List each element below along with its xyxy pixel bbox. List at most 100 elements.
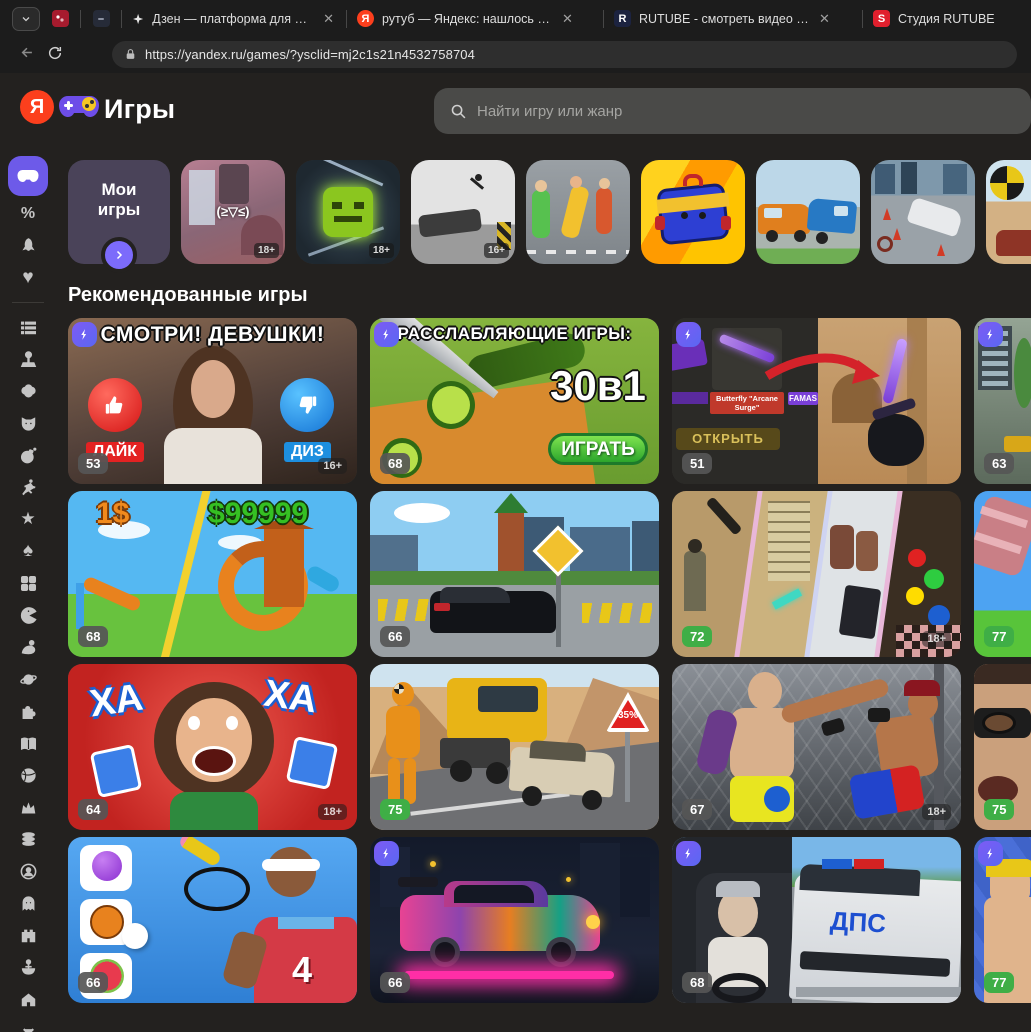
sidebar-item-kids[interactable] — [0, 407, 56, 439]
sidebar-item-casual[interactable]: ★ — [0, 503, 56, 535]
tab-rutube[interactable]: R RUTUBE - смотреть видео онлай ✕ — [604, 4, 862, 34]
sidebar-item-games[interactable] — [0, 154, 56, 198]
sidebar-item-favorites[interactable]: ♥ — [0, 262, 56, 294]
pinned-tab-1[interactable] — [40, 4, 80, 34]
sidebar-item-logic[interactable] — [0, 375, 56, 407]
game-card-waterpark[interactable]: 1$ $99999 68 — [68, 491, 357, 657]
tab-close-button[interactable]: ✕ — [560, 11, 575, 27]
rating-badge: 77 — [984, 626, 1015, 647]
carousel-game-crash-test[interactable] — [986, 160, 1031, 264]
boost-lightning-badge — [978, 322, 1003, 347]
tab-list-chevron-button[interactable] — [12, 6, 40, 31]
tab-dzen[interactable]: Дзен — платформа для просмо ✕ — [122, 4, 346, 34]
sidebar-item-arcade[interactable] — [0, 343, 56, 375]
address-bar[interactable]: https://yandex.ru/games/?ysclid=mj2c1s21… — [112, 41, 1017, 68]
sidebar-item-multiplayer[interactable] — [0, 855, 56, 887]
carousel-game-cars-crash[interactable] — [756, 160, 860, 264]
search-bar[interactable]: Найти игру или жанр — [434, 88, 1031, 134]
game-card-draw-basketball[interactable]: 4 66 — [68, 837, 357, 1003]
rating-badge: 68 — [380, 453, 411, 474]
reload-button[interactable] — [40, 45, 70, 66]
age-badge: 18+ — [922, 631, 951, 647]
tab-title: RUTUBE - смотреть видео онлай — [639, 11, 809, 26]
game-card-crash-test[interactable]: 35% 75 — [370, 664, 659, 830]
rating-badge: 64 — [78, 799, 109, 820]
carousel-game-car-parking[interactable] — [871, 160, 975, 264]
game-card-fps-collage[interactable]: 72 18+ — [672, 491, 961, 657]
my-games-card[interactable]: Мои игры — [68, 160, 170, 273]
yandex-logo[interactable]: Я — [20, 90, 54, 124]
search-placeholder: Найти игру или жанр — [477, 102, 623, 120]
rocket-icon — [21, 237, 35, 251]
sidebar-item-ball-games[interactable] — [0, 759, 56, 791]
tab-rutube-studio[interactable]: S Студия RUTUBE — [863, 4, 1031, 34]
carousel-game-pixel-face[interactable]: 18+ — [296, 160, 400, 264]
game-card-mma-fight[interactable]: 67 18+ — [672, 664, 961, 830]
open-button-label: ОТКРЫТЬ — [676, 428, 780, 450]
sidebar-item-sea[interactable] — [0, 951, 56, 983]
sidebar-item-cards[interactable]: ♠ — [0, 535, 56, 567]
game-card-city-partial[interactable]: 63 — [974, 318, 1031, 484]
thumbnail-title: РАССЛАБЛЯЮЩИЕ ИГРЫ: — [397, 324, 632, 343]
tab-yandex-search[interactable]: Я рутуб — Яндекс: нашлось 2 млн ✕ — [347, 4, 603, 34]
game-card-dps-police[interactable]: ДПС 68 — [672, 837, 961, 1003]
expensive-label: $99999 — [208, 497, 309, 530]
carousel-game-brawl-box[interactable] — [641, 160, 745, 264]
tab-close-button[interactable]: ✕ — [817, 11, 832, 27]
ha-left: ХА — [87, 676, 146, 726]
my-games-arrow-button[interactable] — [101, 237, 137, 273]
tab-close-button[interactable]: ✕ — [321, 11, 336, 27]
cat-icon — [21, 416, 35, 431]
back-button[interactable] — [10, 44, 40, 66]
chevron-down-icon — [22, 1027, 34, 1032]
game-thumbnail: 35% — [370, 664, 659, 830]
sidebar-item-sports[interactable] — [0, 471, 56, 503]
rating-badge: 68 — [682, 972, 713, 993]
game-thumbnail: ХА ХА — [68, 664, 357, 830]
game-card-moscow-drive[interactable]: 66 — [370, 491, 659, 657]
cheap-label: 1$ — [96, 497, 130, 530]
age-badge: 16+ — [484, 243, 509, 258]
carousel-game-anime-city[interactable]: (≥▽≤) 18+ — [181, 160, 285, 264]
sidebar-item-action[interactable] — [0, 439, 56, 471]
carousel-game-stickman-crash[interactable]: 16+ — [411, 160, 515, 264]
sidebar-item-horror[interactable] — [0, 887, 56, 919]
sidebar-item-adventures[interactable] — [0, 631, 56, 663]
blocks-icon — [20, 575, 36, 591]
carousel-game-pedestrians[interactable] — [526, 160, 630, 264]
game-card-neon-car[interactable]: 66 — [370, 837, 659, 1003]
sidebar-item-economy[interactable] — [0, 823, 56, 855]
red-arrow — [764, 353, 880, 384]
sidebar-item-sales[interactable]: % — [0, 198, 56, 230]
castle-icon — [21, 929, 35, 942]
sidebar-item-education[interactable] — [0, 727, 56, 759]
game-card-partial-4[interactable]: 77 — [974, 837, 1031, 1003]
sidebar-item-farm[interactable] — [0, 983, 56, 1015]
game-card-relaxing-games[interactable]: РАССЛАБЛЯЮЩИЕ ИГРЫ: 30в1 ИГРАТЬ 68 — [370, 318, 659, 484]
sidebar-item-puzzles[interactable] — [0, 567, 56, 599]
age-badge: 18+ — [254, 243, 279, 258]
ha-right: ХА — [261, 672, 320, 722]
jersey-number: 4 — [292, 949, 313, 990]
sidebar-scroll-more[interactable] — [0, 1015, 56, 1032]
sidebar-item-puzzle[interactable] — [0, 695, 56, 727]
sidebar-divider — [12, 302, 44, 303]
pinned-tab-2[interactable] — [81, 4, 121, 34]
game-card-partial-2[interactable]: 77 — [974, 491, 1031, 657]
game-thumbnail: 4 — [68, 837, 357, 1003]
sidebar-item-io[interactable] — [0, 599, 56, 631]
sidebar-item-new[interactable] — [0, 230, 56, 262]
sidebar-item-strategy[interactable] — [0, 791, 56, 823]
game-card-haha[interactable]: ХА ХА 64 18+ — [68, 664, 357, 830]
games-gamepad-logo[interactable] — [58, 92, 100, 129]
heart-icon: ♥ — [22, 267, 34, 288]
game-card-partial-3[interactable]: 75 — [974, 664, 1031, 830]
tab-title: Дзен — платформа для просмо — [152, 11, 314, 26]
game-card-case-opening[interactable]: Butterfly "Arcane Surge" FAMAS ОТКРЫТЬ 5… — [672, 318, 961, 484]
puzzle-piece-icon — [22, 705, 36, 719]
sidebar-item-defense[interactable] — [0, 919, 56, 951]
sidebar-item-all-categories[interactable] — [0, 311, 56, 343]
adventure-person-icon — [21, 639, 35, 654]
game-card-likes-girls[interactable]: СМОТРИ! ДЕВУШКИ! ЛАЙК ДИЗ 53 16+ — [68, 318, 357, 484]
sidebar-item-worlds[interactable] — [0, 663, 56, 695]
